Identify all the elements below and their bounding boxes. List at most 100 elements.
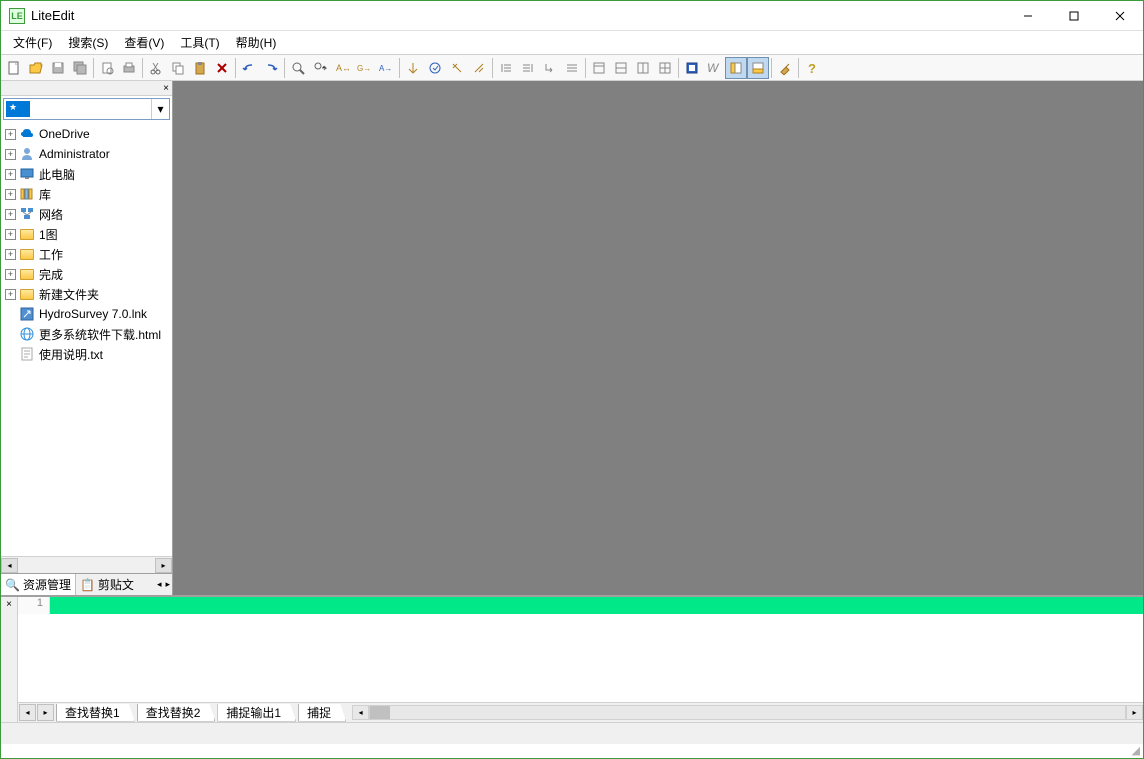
scroll-track[interactable] xyxy=(18,558,155,573)
delete-icon[interactable] xyxy=(211,57,233,79)
bottom-tab-find1[interactable]: 查找替换1 xyxy=(56,704,135,722)
expander-icon[interactable]: + xyxy=(5,209,16,220)
bottom-hscroll[interactable]: ◂ ▸ xyxy=(352,704,1143,721)
tool2-icon[interactable] xyxy=(424,57,446,79)
expander-icon[interactable]: + xyxy=(5,289,16,300)
tree-node-label: 更多系统软件下载.html xyxy=(39,326,161,343)
tool1-icon[interactable] xyxy=(402,57,424,79)
svg-text:?: ? xyxy=(808,61,816,75)
layout4-icon[interactable] xyxy=(654,57,676,79)
drive-selector[interactable]: ▾ xyxy=(3,98,170,120)
save-icon[interactable] xyxy=(47,57,69,79)
menu-view[interactable]: 查看(V) xyxy=(116,31,172,54)
separator xyxy=(492,58,493,78)
separator xyxy=(235,58,236,78)
expander-icon[interactable]: + xyxy=(5,189,16,200)
maximize-button[interactable] xyxy=(1051,1,1097,31)
svg-text:W: W xyxy=(707,61,720,75)
sidebar-close-icon[interactable]: × xyxy=(1,81,172,96)
indent-left-icon[interactable] xyxy=(495,57,517,79)
options-icon[interactable] xyxy=(774,57,796,79)
paste-icon[interactable] xyxy=(189,57,211,79)
menu-help[interactable]: 帮助(H) xyxy=(228,31,285,54)
menu-tools[interactable]: 工具(T) xyxy=(172,31,227,54)
toggle-output-icon[interactable] xyxy=(747,57,769,79)
expander-icon[interactable]: + xyxy=(5,149,16,160)
open-file-icon[interactable] xyxy=(25,57,47,79)
view1-icon[interactable] xyxy=(681,57,703,79)
scroll-left-icon[interactable]: ◂ xyxy=(1,558,18,573)
goto-icon[interactable]: G→ xyxy=(353,57,375,79)
replace-ab-icon[interactable]: A→B xyxy=(375,57,397,79)
menu-file[interactable]: 文件(F) xyxy=(5,31,60,54)
chevron-down-icon[interactable]: ▾ xyxy=(151,99,169,119)
expander-icon[interactable]: + xyxy=(5,229,16,240)
view2-icon[interactable]: W xyxy=(703,57,725,79)
close-button[interactable] xyxy=(1097,1,1143,31)
scroll-right-icon[interactable]: ▸ xyxy=(155,558,172,573)
scroll-right-icon[interactable]: ▸ xyxy=(1126,705,1143,720)
resize-grip[interactable]: ◢ xyxy=(1,744,1143,758)
tool3-icon[interactable] xyxy=(446,57,468,79)
cut-icon[interactable] xyxy=(145,57,167,79)
sidebar-tab-clipboard[interactable]: 📋 剪贴文 xyxy=(76,574,138,596)
expander-icon[interactable]: + xyxy=(5,169,16,180)
sidebar-hscroll[interactable]: ◂ ▸ xyxy=(1,556,172,573)
tree-node[interactable]: +1图 xyxy=(1,224,172,244)
toggle-sidebar-icon[interactable] xyxy=(725,57,747,79)
expander-icon[interactable]: + xyxy=(5,269,16,280)
layout2-icon[interactable] xyxy=(610,57,632,79)
tab-next-icon[interactable]: ▸ xyxy=(163,579,172,590)
save-all-icon[interactable] xyxy=(69,57,91,79)
tree-node[interactable]: +OneDrive xyxy=(1,124,172,144)
separator xyxy=(771,58,772,78)
tab-prev-icon[interactable]: ◂ xyxy=(155,579,164,590)
bottom-tab-capture1[interactable]: 捕捉输出1 xyxy=(217,704,296,722)
replace-icon[interactable]: A↔B xyxy=(331,57,353,79)
tree-node[interactable]: +完成 xyxy=(1,264,172,284)
layout1-icon[interactable] xyxy=(588,57,610,79)
tree-node[interactable]: +库 xyxy=(1,184,172,204)
tree-node[interactable]: +新建文件夹 xyxy=(1,284,172,304)
tool4-icon[interactable] xyxy=(468,57,490,79)
print-preview-icon[interactable] xyxy=(96,57,118,79)
tree-node[interactable]: 更多系统软件下载.html xyxy=(1,324,172,344)
editor-area[interactable] xyxy=(173,81,1143,595)
new-file-icon[interactable] xyxy=(3,57,25,79)
output-line-highlight[interactable] xyxy=(50,597,1143,614)
tree-node[interactable]: HydroSurvey 7.0.lnk xyxy=(1,304,172,324)
lines-icon[interactable] xyxy=(561,57,583,79)
bottom-tab-capture[interactable]: 捕捉 xyxy=(298,704,346,722)
find-icon[interactable] xyxy=(287,57,309,79)
find-next-icon[interactable] xyxy=(309,57,331,79)
layout3-icon[interactable] xyxy=(632,57,654,79)
panel-close-icon[interactable]: × xyxy=(1,597,18,722)
svg-text:A↔B: A↔B xyxy=(336,63,349,73)
scroll-left-icon[interactable]: ◂ xyxy=(352,705,369,720)
drive-selected-icon xyxy=(6,101,30,117)
scroll-thumb[interactable] xyxy=(370,706,390,719)
svg-text:G→: G→ xyxy=(357,64,371,73)
tree-node[interactable]: 使用说明.txt xyxy=(1,344,172,364)
indent-right-icon[interactable] xyxy=(517,57,539,79)
undo-icon[interactable] xyxy=(238,57,260,79)
bottom-tab-find2[interactable]: 查找替换2 xyxy=(137,704,216,722)
help-icon[interactable]: ? xyxy=(801,57,823,79)
tab-scroll-right-icon[interactable]: ▸ xyxy=(37,704,54,721)
expander-icon[interactable]: + xyxy=(5,249,16,260)
redo-icon[interactable] xyxy=(260,57,282,79)
tree-node[interactable]: +工作 xyxy=(1,244,172,264)
output-empty[interactable] xyxy=(18,614,1143,702)
scroll-track[interactable] xyxy=(369,705,1126,720)
copy-icon[interactable] xyxy=(167,57,189,79)
minimize-button[interactable] xyxy=(1005,1,1051,31)
paragraph-icon[interactable] xyxy=(539,57,561,79)
tree-node[interactable]: +网络 xyxy=(1,204,172,224)
menu-search[interactable]: 搜索(S) xyxy=(60,31,116,54)
tree-node[interactable]: +Administrator xyxy=(1,144,172,164)
tree-node[interactable]: +此电脑 xyxy=(1,164,172,184)
sidebar-tab-explorer[interactable]: 🔍 资源管理 xyxy=(1,574,76,596)
tab-scroll-left-icon[interactable]: ◂ xyxy=(19,704,36,721)
print-icon[interactable] xyxy=(118,57,140,79)
expander-icon[interactable]: + xyxy=(5,129,16,140)
